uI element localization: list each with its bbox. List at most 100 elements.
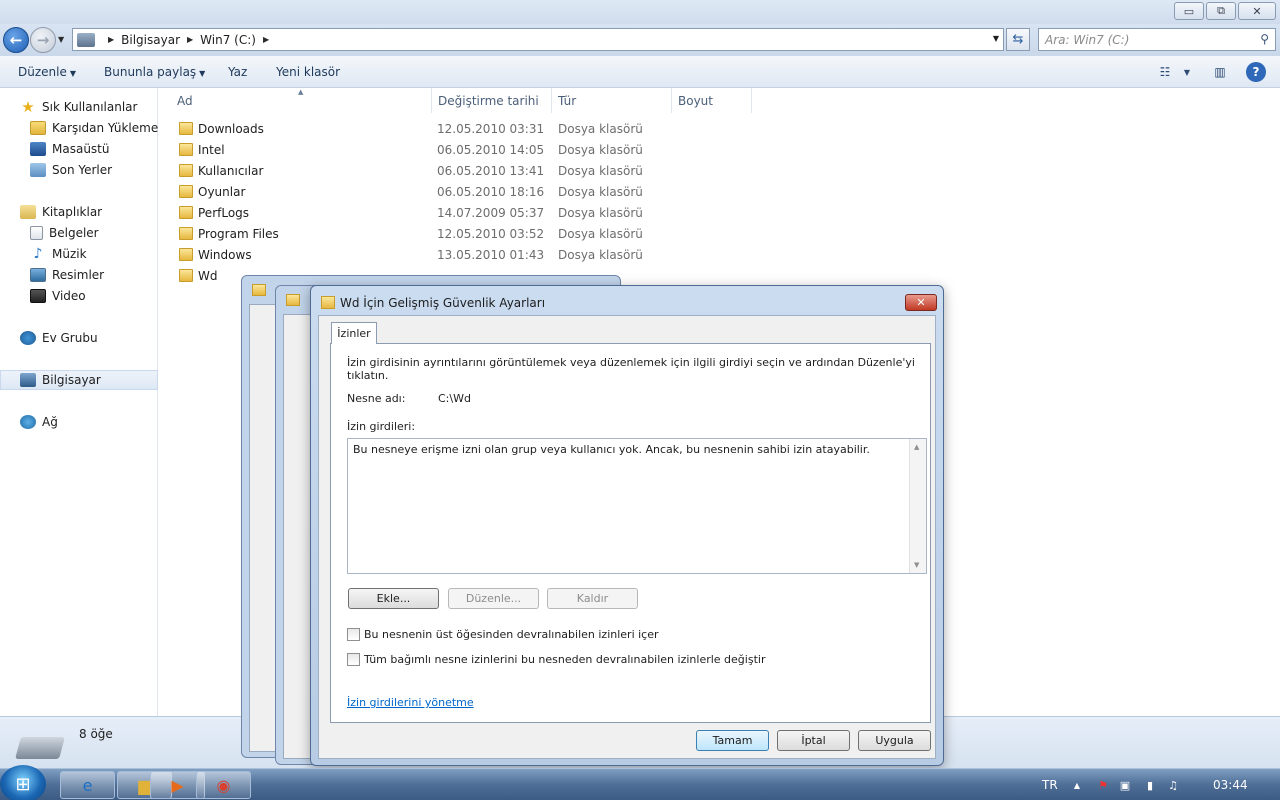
language-indicator[interactable]: TR [1042, 778, 1058, 792]
folder-icon [321, 296, 335, 309]
inherit-checkbox[interactable]: Bu nesnenin üst öğesinden devralınabilen… [347, 628, 659, 641]
column-name[interactable]: Ad [159, 88, 432, 113]
star-icon: ★ [21, 98, 35, 116]
permission-entries-list[interactable]: Bu nesneye erişme izni olan grup veya ku… [347, 438, 927, 574]
nav-video[interactable]: Video [0, 286, 158, 306]
address-dropdown-icon[interactable]: ▼ [993, 34, 999, 43]
chevron-down-icon: ▼ [199, 69, 206, 78]
breadcrumb-drive[interactable]: Win7 (C:) [200, 33, 256, 47]
nav-network[interactable]: Ağ [0, 412, 158, 432]
breadcrumb-arrow-icon[interactable]: ▶ [263, 35, 269, 44]
breadcrumb-computer[interactable]: Bilgisayar [121, 33, 180, 47]
manage-entries-link[interactable]: İzin girdilerini yönetme [347, 696, 474, 709]
table-row[interactable]: Oyunlar 06.05.2010 18:16 Dosya klasörü [159, 182, 759, 203]
nav-libraries[interactable]: Kitaplıklar [0, 202, 158, 222]
navigation-pane: ★Sık Kullanılanlar Karşıdan Yüklemeler M… [0, 88, 158, 716]
table-row[interactable]: Kullanıcılar 06.05.2010 13:41 Dosya klasör… [159, 161, 759, 182]
documents-icon [30, 226, 43, 240]
table-row[interactable]: Intel 06.05.2010 14:05 Dosya klasörü [159, 140, 759, 161]
dialog-title: Wd İçin Gelişmiş Güvenlik Ayarları [340, 296, 546, 310]
back-button[interactable]: ← [3, 27, 29, 53]
clock[interactable]: 03:44 [1213, 778, 1248, 792]
new-folder-button[interactable]: Yeni klasör [276, 65, 340, 79]
nav-pictures[interactable]: Resimler [0, 265, 158, 285]
advanced-security-dialog: Wd İçin Gelişmiş Güvenlik Ayarları ✕ İzi… [310, 285, 944, 766]
share-menu[interactable]: Bununla paylaş ▼ [104, 65, 205, 79]
device-icon[interactable]: ▣ [1118, 778, 1132, 792]
address-row: ← → ▼ ▶ Bilgisayar ▶ Win7 (C:) ▶ ▼ ⇆ Ara… [0, 24, 1280, 56]
permissions-panel: İzin girdisinin ayrıntılarını görüntülem… [330, 343, 931, 723]
dialog-body: İzinler İzin girdisinin ayrıntılarını gö… [318, 315, 936, 759]
action-center-icon[interactable]: ⚑ [1096, 778, 1110, 792]
homegroup-icon [20, 331, 36, 345]
help-icon[interactable]: ? [1246, 62, 1266, 82]
taskbar-internet-explorer[interactable]: e [60, 771, 115, 799]
nav-homegroup[interactable]: Ev Grubu [0, 328, 158, 348]
arrow-left-icon: ← [9, 31, 23, 49]
replace-checkbox[interactable]: Tüm bağımlı nesne izinlerini bu nesneden… [347, 653, 765, 666]
cancel-button[interactable]: İptal [777, 730, 850, 751]
volume-icon[interactable]: ♫ [1166, 778, 1180, 792]
chevron-down-icon: ▼ [69, 69, 77, 78]
taskbar-chrome[interactable]: ◉ [196, 771, 251, 799]
nav-favorites[interactable]: ★ Sık Kullanılanlar [0, 97, 158, 117]
column-type[interactable]: Tür [552, 88, 672, 113]
burn-button[interactable]: Yaz [228, 65, 247, 79]
ok-button[interactable]: Tamam [696, 730, 769, 751]
organize-menu[interactable]: Düzenle ▼ [18, 65, 76, 79]
folder-icon [179, 143, 193, 156]
scroll-up-icon[interactable]: ▲ [914, 443, 919, 451]
minimize-button[interactable]: ▭ [1174, 2, 1204, 20]
checkbox-icon[interactable] [347, 653, 360, 666]
close-button[interactable]: ✕ [1238, 2, 1276, 20]
edit-button[interactable]: Düzenle... [448, 588, 539, 609]
address-bar[interactable]: ▶ Bilgisayar ▶ Win7 (C:) ▶ ▼ [72, 28, 1004, 51]
table-row[interactable]: PerfLogs 14.07.2009 05:37 Dosya klasörü [159, 203, 759, 224]
command-bar: Düzenle ▼ Bununla paylaş ▼ Yaz Yeni klasör… [0, 56, 1280, 88]
start-button[interactable]: ⊞ [0, 765, 46, 800]
recent-places-icon [30, 163, 46, 177]
forward-button[interactable]: → [30, 27, 56, 53]
folder-icon [179, 248, 193, 261]
dialog-close-button[interactable]: ✕ [905, 294, 937, 311]
search-icon[interactable]: ⚲ [1260, 32, 1269, 46]
column-date[interactable]: Değiştirme tarihi [432, 88, 552, 113]
recent-pages-dropdown[interactable]: ▼ [58, 35, 64, 44]
windows-logo-icon: ⊞ [15, 773, 31, 795]
remove-button[interactable]: Kaldır [547, 588, 638, 609]
table-row[interactable]: Downloads 12.05.2010 03:31 Dosya klasörü [159, 119, 759, 140]
desktop-icon [30, 142, 46, 156]
table-row[interactable]: Windows 13.05.2010 01:43 Dosya klasörü [159, 245, 759, 266]
show-hidden-icons-icon[interactable]: ▲ [1070, 778, 1084, 792]
view-icon[interactable]: ☷ [1156, 62, 1174, 82]
checkbox-icon[interactable] [347, 628, 360, 641]
nav-computer[interactable]: Bilgisayar [0, 370, 158, 390]
drive-icon [15, 737, 65, 759]
breadcrumb-arrow-icon[interactable]: ▶ [108, 35, 114, 44]
sort-arrow-icon: ▲ [298, 88, 304, 96]
chrome-icon: ◉ [216, 775, 231, 795]
nav-recent[interactable]: Son Yerler [0, 160, 158, 180]
search-input[interactable]: Ara: Win7 (C:) ⚲ [1038, 28, 1276, 51]
tab-permissions[interactable]: İzinler [331, 322, 377, 344]
column-size[interactable]: Boyut [672, 88, 752, 113]
view-dropdown-icon[interactable]: ▼ [1180, 62, 1194, 82]
scroll-down-icon[interactable]: ▼ [914, 561, 919, 569]
nav-desktop[interactable]: Masaüstü [0, 139, 158, 159]
network-signal-icon[interactable]: ▮ [1143, 778, 1157, 792]
nav-downloads[interactable]: Karşıdan Yüklemeler [0, 118, 158, 138]
nav-documents[interactable]: Belgeler [0, 223, 158, 243]
preview-pane-icon[interactable]: ▥ [1210, 62, 1230, 82]
folder-icon [179, 227, 193, 240]
folder-icon [179, 206, 193, 219]
folder-icon: ▆ [138, 775, 151, 795]
downloads-folder-icon [30, 121, 46, 135]
apply-button[interactable]: Uygula [858, 730, 931, 751]
nav-music[interactable]: ♪ Müzik [0, 244, 158, 264]
maximize-button[interactable]: ⧉ [1206, 2, 1236, 20]
breadcrumb-arrow-icon[interactable]: ▶ [187, 35, 193, 44]
add-button[interactable]: Ekle... [348, 588, 439, 609]
table-row[interactable]: Program Files 12.05.2010 03:52 Dosya klasö… [159, 224, 759, 245]
refresh-button[interactable]: ⇆ [1006, 28, 1030, 51]
scrollbar[interactable]: ▲ ▼ [909, 439, 926, 573]
